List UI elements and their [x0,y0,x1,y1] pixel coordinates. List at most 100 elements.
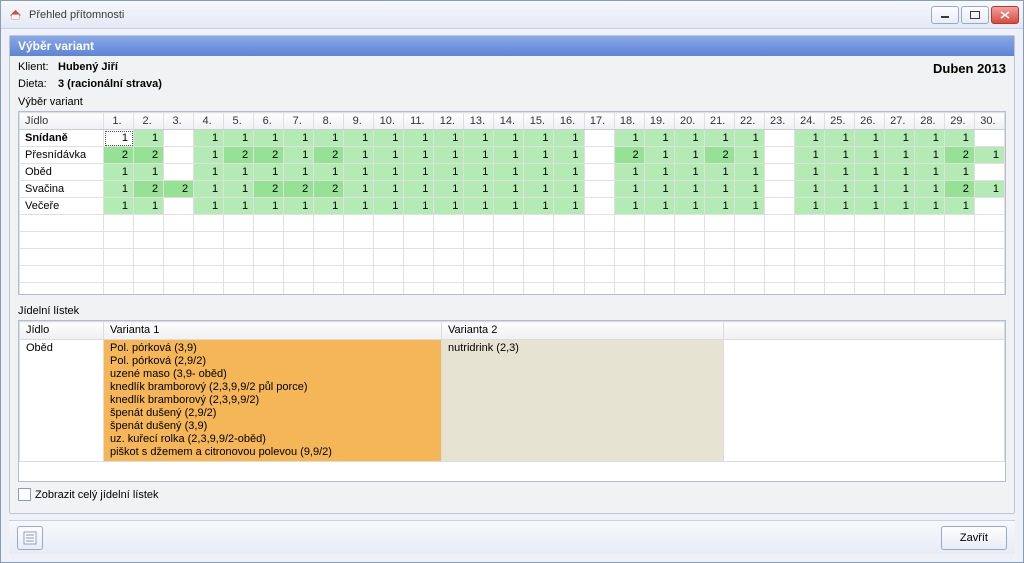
grid-cell-meal[interactable]: Večeře [20,198,104,215]
grid-cell[interactable] [164,198,194,215]
close-window-button[interactable] [991,6,1019,24]
grid-header-day[interactable]: 22. [734,113,764,130]
grid-header-day[interactable]: 1. [104,113,134,130]
grid-cell[interactable]: 1 [794,130,824,147]
grid-cell[interactable]: 1 [284,198,314,215]
grid-cell[interactable]: 1 [734,147,764,164]
grid-cell[interactable] [974,198,1004,215]
grid-cell[interactable]: 1 [884,181,914,198]
grid-cell[interactable]: 1 [974,181,1004,198]
grid-cell[interactable] [764,130,794,147]
grid-header-day[interactable]: 12. [434,113,464,130]
menu-cell-meal[interactable]: Oběd [20,340,104,462]
grid-cell[interactable] [584,181,614,198]
grid-cell[interactable]: 1 [254,130,284,147]
grid-cell[interactable]: 1 [374,147,404,164]
grid-cell[interactable]: 1 [674,164,704,181]
grid-cell[interactable]: 1 [794,181,824,198]
grid-header-day[interactable]: 14. [494,113,524,130]
grid-cell[interactable]: 1 [404,130,434,147]
grid-cell[interactable] [164,130,194,147]
grid-cell[interactable]: 1 [224,130,254,147]
grid-cell[interactable]: 2 [104,147,134,164]
grid-cell[interactable]: 1 [794,164,824,181]
grid-cell[interactable]: 1 [104,164,134,181]
grid-cell[interactable]: 2 [284,181,314,198]
grid-cell[interactable]: 1 [914,164,944,181]
grid-cell[interactable]: 1 [494,130,524,147]
grid-cell[interactable]: 1 [404,198,434,215]
grid-cell[interactable]: 1 [854,130,884,147]
grid-header-day[interactable]: 27. [884,113,914,130]
menu-header[interactable] [724,322,1005,340]
grid-cell[interactable]: 1 [824,147,854,164]
grid-cell[interactable]: 1 [914,198,944,215]
grid-cell[interactable]: 1 [284,147,314,164]
grid-header-day[interactable]: 5. [224,113,254,130]
grid-cell[interactable]: 2 [254,147,284,164]
grid-cell[interactable]: 1 [464,164,494,181]
grid-cell[interactable] [164,164,194,181]
grid-cell[interactable]: 1 [194,147,224,164]
grid-cell[interactable]: 1 [674,181,704,198]
grid-header-day[interactable]: 13. [464,113,494,130]
grid-cell[interactable]: 1 [464,198,494,215]
grid-cell[interactable] [974,164,1004,181]
grid-cell[interactable]: 1 [524,181,554,198]
grid-cell[interactable]: 1 [854,147,884,164]
menu-cell-variant1[interactable]: Pol. pórková (3,9)Pol. pórková (2,9/2)uz… [104,340,442,462]
grid-cell[interactable]: 1 [434,164,464,181]
grid-cell[interactable]: 2 [314,147,344,164]
grid-cell[interactable]: 1 [734,181,764,198]
grid-cell[interactable]: 2 [254,181,284,198]
menu-grid[interactable]: JídloVarianta 1Varianta 2 ObědPol. pórkov… [19,321,1005,462]
grid-cell[interactable]: 1 [644,164,674,181]
menu-header[interactable]: Varianta 2 [442,322,724,340]
grid-header-day[interactable]: 4. [194,113,224,130]
grid-cell[interactable]: 2 [704,147,734,164]
grid-cell[interactable]: 2 [134,181,164,198]
grid-cell[interactable]: 1 [704,181,734,198]
grid-header-day[interactable]: 3. [164,113,194,130]
grid-cell[interactable]: 1 [524,164,554,181]
menu-header[interactable]: Jídlo [20,322,104,340]
grid-header-meal[interactable]: Jídlo [20,113,104,130]
show-full-menu-checkbox[interactable] [18,488,31,501]
grid-cell[interactable]: 2 [134,147,164,164]
grid-header-day[interactable]: 28. [914,113,944,130]
grid-cell[interactable]: 2 [314,181,344,198]
grid-cell[interactable]: 1 [944,130,974,147]
grid-cell[interactable]: 1 [194,130,224,147]
grid-cell[interactable]: 1 [944,164,974,181]
close-button[interactable]: Zavřít [941,526,1007,550]
grid-cell[interactable]: 1 [374,181,404,198]
grid-cell[interactable] [764,198,794,215]
grid-header-day[interactable]: 25. [824,113,854,130]
grid-cell[interactable]: 1 [464,147,494,164]
grid-cell[interactable]: 1 [824,198,854,215]
grid-cell[interactable]: 1 [344,164,374,181]
grid-header-day[interactable]: 23. [764,113,794,130]
grid-cell[interactable]: 1 [554,164,584,181]
variant-grid[interactable]: Jídlo1.2.3.4.5.6.7.8.9.10.11.12.13.14.15… [19,112,1005,295]
grid-cell[interactable]: 1 [104,198,134,215]
grid-cell-meal[interactable]: Přesnídávka [20,147,104,164]
maximize-button[interactable] [961,6,989,24]
grid-header-day[interactable]: 8. [314,113,344,130]
grid-cell[interactable] [584,198,614,215]
grid-cell[interactable]: 1 [134,130,164,147]
grid-header-day[interactable]: 17. [584,113,614,130]
grid-header-day[interactable]: 26. [854,113,884,130]
grid-cell[interactable] [764,164,794,181]
grid-cell[interactable]: 1 [494,164,524,181]
grid-cell[interactable]: 1 [374,164,404,181]
menu-header[interactable]: Varianta 1 [104,322,442,340]
grid-cell[interactable]: 1 [614,130,644,147]
menu-cell-variant2[interactable]: nutridrink (2,3) [442,340,724,462]
grid-cell[interactable]: 1 [494,147,524,164]
grid-cell[interactable]: 1 [674,130,704,147]
grid-cell[interactable]: 1 [404,181,434,198]
grid-header-day[interactable]: 11. [404,113,434,130]
grid-cell[interactable]: 1 [704,164,734,181]
grid-cell[interactable]: 1 [674,198,704,215]
